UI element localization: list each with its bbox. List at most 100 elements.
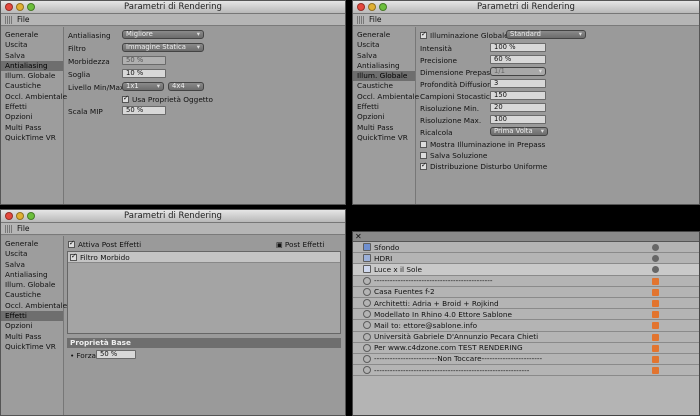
sidebar-item-multi-pass[interactable]: Multi Pass [1, 123, 63, 133]
tag-icon[interactable] [652, 367, 659, 375]
object-row[interactable]: Università Gabriele D'Annunzio Pecara Ch… [353, 331, 699, 343]
sidebar-item-uscita[interactable]: Uscita [353, 40, 415, 50]
sidebar-item-multi-pass[interactable]: Multi Pass [1, 332, 63, 342]
tag-icon[interactable] [652, 322, 659, 330]
object-row[interactable]: Luce x il Sole [353, 264, 699, 276]
profondita-field[interactable]: 3 [490, 79, 546, 88]
sidebar-item-quicktime-vr[interactable]: QuickTime VR [1, 342, 63, 352]
risoluzione-max-field[interactable]: 100 [490, 115, 546, 124]
usa-proprieta-label: Usa Proprietà Oggetto [132, 94, 213, 104]
illuminazione-globale-checkbox[interactable] [420, 30, 427, 39]
ricalcola-select[interactable]: Prima Volta [490, 127, 548, 136]
object-row[interactable]: HDRI [353, 253, 699, 265]
sidebar-item-antialiasing[interactable]: Antialiasing [1, 60, 63, 72]
visibility-dots[interactable] [652, 244, 659, 251]
tag-icon[interactable] [652, 355, 659, 363]
dimensione-prepass-select[interactable]: 1/1 [490, 67, 546, 76]
sidebar-item-salva[interactable]: Salva [353, 51, 415, 61]
precisione-field[interactable]: 60 % [490, 55, 546, 64]
tag-icon[interactable] [652, 311, 659, 319]
object-row[interactable]: ------------------------Non Toccare-----… [353, 353, 699, 366]
visibility-dots[interactable] [652, 266, 659, 274]
grip-icon [5, 224, 13, 233]
minimize-button[interactable] [368, 3, 376, 11]
mostra-illuminazione-checkbox[interactable] [420, 140, 427, 148]
distribuzione-disturbo-checkbox[interactable] [420, 161, 427, 170]
object-row[interactable]: ----------------------------------------… [353, 275, 699, 287]
sidebar-item-effetti[interactable]: Effetti [353, 102, 415, 112]
sidebar-item-antialiasing[interactable]: Antialiasing [1, 270, 63, 280]
list-item[interactable]: Filtro Morbido [68, 252, 340, 263]
post-effetti-button[interactable]: ▣ Post Effetti [276, 239, 324, 249]
tag-icon[interactable] [652, 333, 659, 341]
livello-min-select[interactable]: 1x1 [122, 82, 164, 91]
morbidezza-field[interactable]: 50 % [122, 56, 166, 65]
menu-file[interactable]: File [17, 224, 30, 233]
sidebar-item-illum-globale[interactable]: Illum. Globale [353, 71, 415, 82]
close-button[interactable] [357, 3, 365, 11]
sidebar-item-opzioni[interactable]: Opzioni [1, 321, 63, 331]
soglia-field[interactable]: 10 % [122, 69, 166, 78]
illuminazione-select[interactable]: Standard [506, 30, 586, 39]
sidebar-item-generale[interactable]: Generale [353, 30, 415, 40]
zoom-button[interactable] [379, 3, 387, 11]
menu-file[interactable]: File [17, 15, 30, 24]
sidebar-item-caustiche[interactable]: Caustiche [1, 290, 63, 300]
close-button[interactable] [5, 3, 13, 11]
intensita-field[interactable]: 100 % [490, 43, 546, 52]
forza-field[interactable]: 50 % [96, 350, 136, 359]
minimize-button[interactable] [16, 3, 24, 11]
tag-icon[interactable] [652, 299, 659, 307]
sidebar-item-occl-ambientale[interactable]: Occl. Ambientale [353, 92, 419, 102]
sidebar-item-occl-ambientale[interactable]: Occl. Ambientale [1, 92, 67, 102]
object-row[interactable]: Sfondo [353, 242, 699, 254]
sidebar-item-quicktime-vr[interactable]: QuickTime VR [353, 133, 415, 143]
sidebar-item-salva[interactable]: Salva [1, 51, 63, 61]
object-row[interactable]: ----------------------------------------… [353, 365, 699, 377]
object-row[interactable]: Architetti: Adria + Broid + Rojkind [353, 297, 699, 310]
sidebar-item-salva[interactable]: Salva [1, 260, 63, 270]
sidebar-item-antialiasing[interactable]: Antialiasing [353, 61, 415, 71]
sidebar-item-opzioni[interactable]: Opzioni [1, 112, 63, 122]
sidebar-item-multi-pass[interactable]: Multi Pass [353, 123, 415, 133]
tag-icon[interactable] [652, 288, 659, 296]
sidebar-item-generale[interactable]: Generale [1, 30, 63, 40]
close-button[interactable] [5, 212, 13, 220]
tag-icon[interactable] [652, 344, 659, 352]
salva-soluzione-checkbox[interactable] [420, 151, 427, 159]
zoom-button[interactable] [27, 3, 35, 11]
sidebar-item-effetti[interactable]: Effetti [1, 311, 63, 322]
sidebar-item-caustiche[interactable]: Caustiche [353, 81, 415, 91]
sidebar-item-caustiche[interactable]: Caustiche [1, 81, 63, 91]
close-icon[interactable]: ✕ [355, 232, 362, 241]
attiva-post-effetti-checkbox[interactable] [68, 239, 75, 248]
menu-file[interactable]: File [369, 15, 382, 24]
sidebar-item-occl-ambientale[interactable]: Occl. Ambientale [1, 301, 67, 311]
object-row[interactable]: Per www.c4dzone.com TEST RENDERING [353, 342, 699, 354]
sidebar-item-generale[interactable]: Generale [1, 239, 63, 249]
sidebar-item-illum-globale[interactable]: Illum. Globale [1, 280, 63, 290]
filtro-select[interactable]: Immagine Statica [122, 43, 204, 52]
livello-max-select[interactable]: 4x4 [168, 82, 204, 91]
visibility-dots[interactable] [652, 255, 659, 263]
usa-proprieta-checkbox[interactable] [122, 94, 129, 103]
sidebar-item-uscita[interactable]: Uscita [1, 249, 63, 259]
campioni-field[interactable]: 150 [490, 91, 546, 100]
antialiasing-select[interactable]: Migliore [122, 30, 204, 39]
sidebar-item-illum-globale[interactable]: Illum. Globale [1, 71, 63, 81]
sidebar-item-uscita[interactable]: Uscita [1, 40, 63, 50]
zoom-button[interactable] [27, 212, 35, 220]
sidebar-item-effetti[interactable]: Effetti [1, 102, 63, 112]
tag-icon[interactable] [652, 277, 659, 285]
object-row[interactable]: Mail to: ettore@sablone.info [353, 320, 699, 332]
scala-mip-field[interactable]: 50 % [122, 106, 166, 115]
object-row[interactable]: Casa Fuentes f-2 [353, 286, 699, 298]
filtro-morbido-checkbox[interactable] [70, 252, 77, 261]
object-row[interactable]: Modellato In Rhino 4.0 Ettore Sablone [353, 309, 699, 321]
minimize-button[interactable] [16, 212, 24, 220]
sidebar-item-quicktime-vr[interactable]: QuickTime VR [1, 133, 63, 143]
forza-label: Forza [76, 350, 97, 360]
object-name: Per www.c4dzone.com TEST RENDERING [374, 343, 523, 353]
risoluzione-min-field[interactable]: 20 [490, 103, 546, 112]
sidebar-item-opzioni[interactable]: Opzioni [353, 112, 415, 122]
